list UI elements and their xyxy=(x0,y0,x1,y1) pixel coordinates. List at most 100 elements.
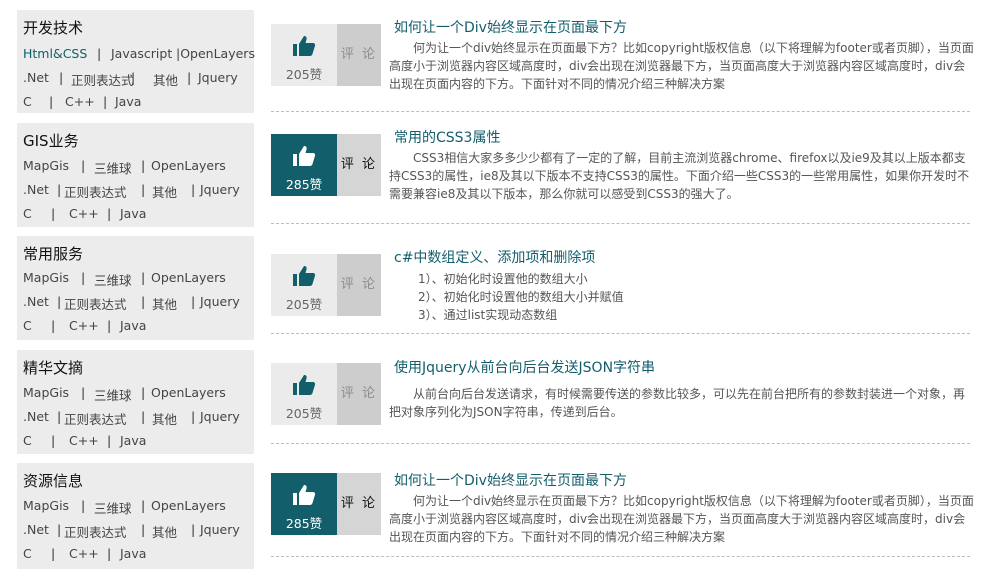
comment-button[interactable]: 评 论 xyxy=(337,134,381,196)
link-java[interactable]: Java xyxy=(120,546,146,561)
comment-button[interactable]: 评 论 xyxy=(337,254,381,316)
link-cpp[interactable]: C++ xyxy=(69,433,99,448)
link-cpp[interactable]: C++ xyxy=(69,318,99,333)
link-regex[interactable]: 正则表达式 xyxy=(64,522,127,541)
like-button[interactable]: 205赞 xyxy=(271,24,337,86)
like-button[interactable]: 285赞 xyxy=(271,473,337,535)
like-button[interactable]: 205赞 xyxy=(271,254,337,316)
separator: | xyxy=(191,409,196,424)
link-globe[interactable]: 三维球 xyxy=(94,498,132,517)
link-javascript[interactable]: Javascript xyxy=(111,46,172,61)
category-panel: 资源信息 MapGis | 三维球 | OpenLayers .Net | 正则… xyxy=(17,463,254,569)
divider xyxy=(271,111,970,112)
comment-button[interactable]: 评 论 xyxy=(337,363,381,425)
separator: | xyxy=(141,294,146,309)
link-dotnet[interactable]: .Net xyxy=(23,522,49,537)
link-cpp[interactable]: C++ xyxy=(69,206,99,221)
divider xyxy=(271,333,970,334)
link-jquery[interactable]: Jquery xyxy=(200,409,240,424)
link-globe[interactable]: 三维球 xyxy=(94,385,132,404)
article-title[interactable]: 如何让一个Div始终显示在页面最下方 xyxy=(394,470,627,490)
article-title[interactable]: 使用Jquery从前台向后台发送JSON字符串 xyxy=(394,357,655,377)
divider xyxy=(271,223,970,224)
link-openlayers[interactable]: |OpenLayers xyxy=(176,46,255,61)
separator: | xyxy=(187,70,192,85)
category-title: GIS业务 xyxy=(23,132,79,150)
link-cpp[interactable]: C++ xyxy=(65,94,95,109)
separator: | xyxy=(141,385,146,400)
article-summary: 何为让一个div始终显示在页面最下方？比如copyright版权信息（以下将理解… xyxy=(389,494,974,544)
link-dotnet[interactable]: .Net xyxy=(23,70,49,85)
separator: | xyxy=(59,70,64,85)
link-openlayers[interactable]: OpenLayers xyxy=(151,158,226,173)
divider xyxy=(271,556,970,557)
link-mapgis[interactable]: MapGis xyxy=(23,158,69,173)
separator: | xyxy=(81,385,86,400)
article-title[interactable]: 如何让一个Div始终显示在页面最下方 xyxy=(394,17,627,37)
link-java[interactable]: Java xyxy=(115,94,141,109)
article-title[interactable]: 常用的CSS3属性 xyxy=(394,127,500,147)
like-count: 205赞 xyxy=(285,67,323,82)
link-jquery[interactable]: Jquery xyxy=(200,522,240,537)
separator: | xyxy=(141,158,146,173)
link-mapgis[interactable]: MapGis xyxy=(23,270,69,285)
separator: | xyxy=(191,294,196,309)
link-c[interactable]: C xyxy=(23,94,32,109)
link-openlayers[interactable]: OpenLayers xyxy=(151,498,226,513)
link-c[interactable]: C xyxy=(23,546,32,561)
link-regex[interactable]: 正则表达式 xyxy=(71,70,134,89)
separator: | xyxy=(107,546,112,561)
link-c[interactable]: C xyxy=(23,433,32,448)
like-count: 285赞 xyxy=(285,177,323,192)
separator: | xyxy=(107,318,112,333)
link-jquery[interactable]: Jquery xyxy=(198,70,238,85)
link-c[interactable]: C xyxy=(23,206,32,221)
separator: | xyxy=(131,70,136,85)
link-globe[interactable]: 三维球 xyxy=(94,158,132,177)
category-title: 资源信息 xyxy=(23,472,84,490)
link-other[interactable]: 其他 xyxy=(152,182,177,201)
link-java[interactable]: Java xyxy=(120,206,146,221)
link-other[interactable]: 其他 xyxy=(152,294,177,313)
link-other[interactable]: 其他 xyxy=(152,522,177,541)
link-jquery[interactable]: Jquery xyxy=(200,182,240,197)
link-java[interactable]: Java xyxy=(120,433,146,448)
link-jquery[interactable]: Jquery xyxy=(200,294,240,309)
separator: | xyxy=(81,270,86,285)
link-dotnet[interactable]: .Net xyxy=(23,182,49,197)
comment-button[interactable]: 评 论 xyxy=(337,473,381,535)
category-title: 开发技术 xyxy=(23,19,84,37)
link-regex[interactable]: 正则表达式 xyxy=(64,182,127,201)
link-openlayers[interactable]: OpenLayers xyxy=(151,385,226,400)
like-button[interactable]: 285赞 xyxy=(271,134,337,196)
thumbs-up-icon xyxy=(293,266,316,286)
link-cpp[interactable]: C++ xyxy=(69,546,99,561)
link-dotnet[interactable]: .Net xyxy=(23,409,49,424)
separator: | xyxy=(107,433,112,448)
link-other[interactable]: 其他 xyxy=(153,70,178,89)
link-regex[interactable]: 正则表达式 xyxy=(64,294,127,313)
separator: | xyxy=(57,409,62,424)
separator: | xyxy=(81,158,86,173)
link-globe[interactable]: 三维球 xyxy=(94,270,132,289)
link-java[interactable]: Java xyxy=(120,318,146,333)
thumbs-up-icon xyxy=(293,36,316,56)
link-openlayers[interactable]: OpenLayers xyxy=(151,270,226,285)
separator: | xyxy=(141,498,146,513)
article-summary: 从前台向后台发送请求，有时候需要传送的参数比较多，可以先在前台把所有的参数封装进… xyxy=(389,387,966,419)
article-title[interactable]: c#中数组定义、添加项和删除项 xyxy=(394,247,595,267)
category-panel: GIS业务 MapGis | 三维球 | OpenLayers .Net | 正… xyxy=(17,123,254,227)
link-mapgis[interactable]: MapGis xyxy=(23,385,69,400)
comment-button[interactable]: 评 论 xyxy=(337,24,381,86)
like-button[interactable]: 205赞 xyxy=(271,363,337,425)
link-regex[interactable]: 正则表达式 xyxy=(64,409,127,428)
article-summary: 何为让一个div始终显示在页面最下方？比如copyright版权信息（以下将理解… xyxy=(389,41,974,91)
divider xyxy=(271,443,970,444)
article-summary: 1）、初始化时设置他的数组大小 2）、初始化时设置他的数组大小并赋值 3）、通过… xyxy=(418,270,958,324)
link-dotnet[interactable]: .Net xyxy=(23,294,49,309)
link-mapgis[interactable]: MapGis xyxy=(23,498,69,513)
link-c[interactable]: C xyxy=(23,318,32,333)
category-panel: 精华文摘 MapGis | 三维球 | OpenLayers .Net | 正则… xyxy=(17,350,254,454)
link-html-css[interactable]: Html&CSS xyxy=(23,46,87,61)
link-other[interactable]: 其他 xyxy=(152,409,177,428)
